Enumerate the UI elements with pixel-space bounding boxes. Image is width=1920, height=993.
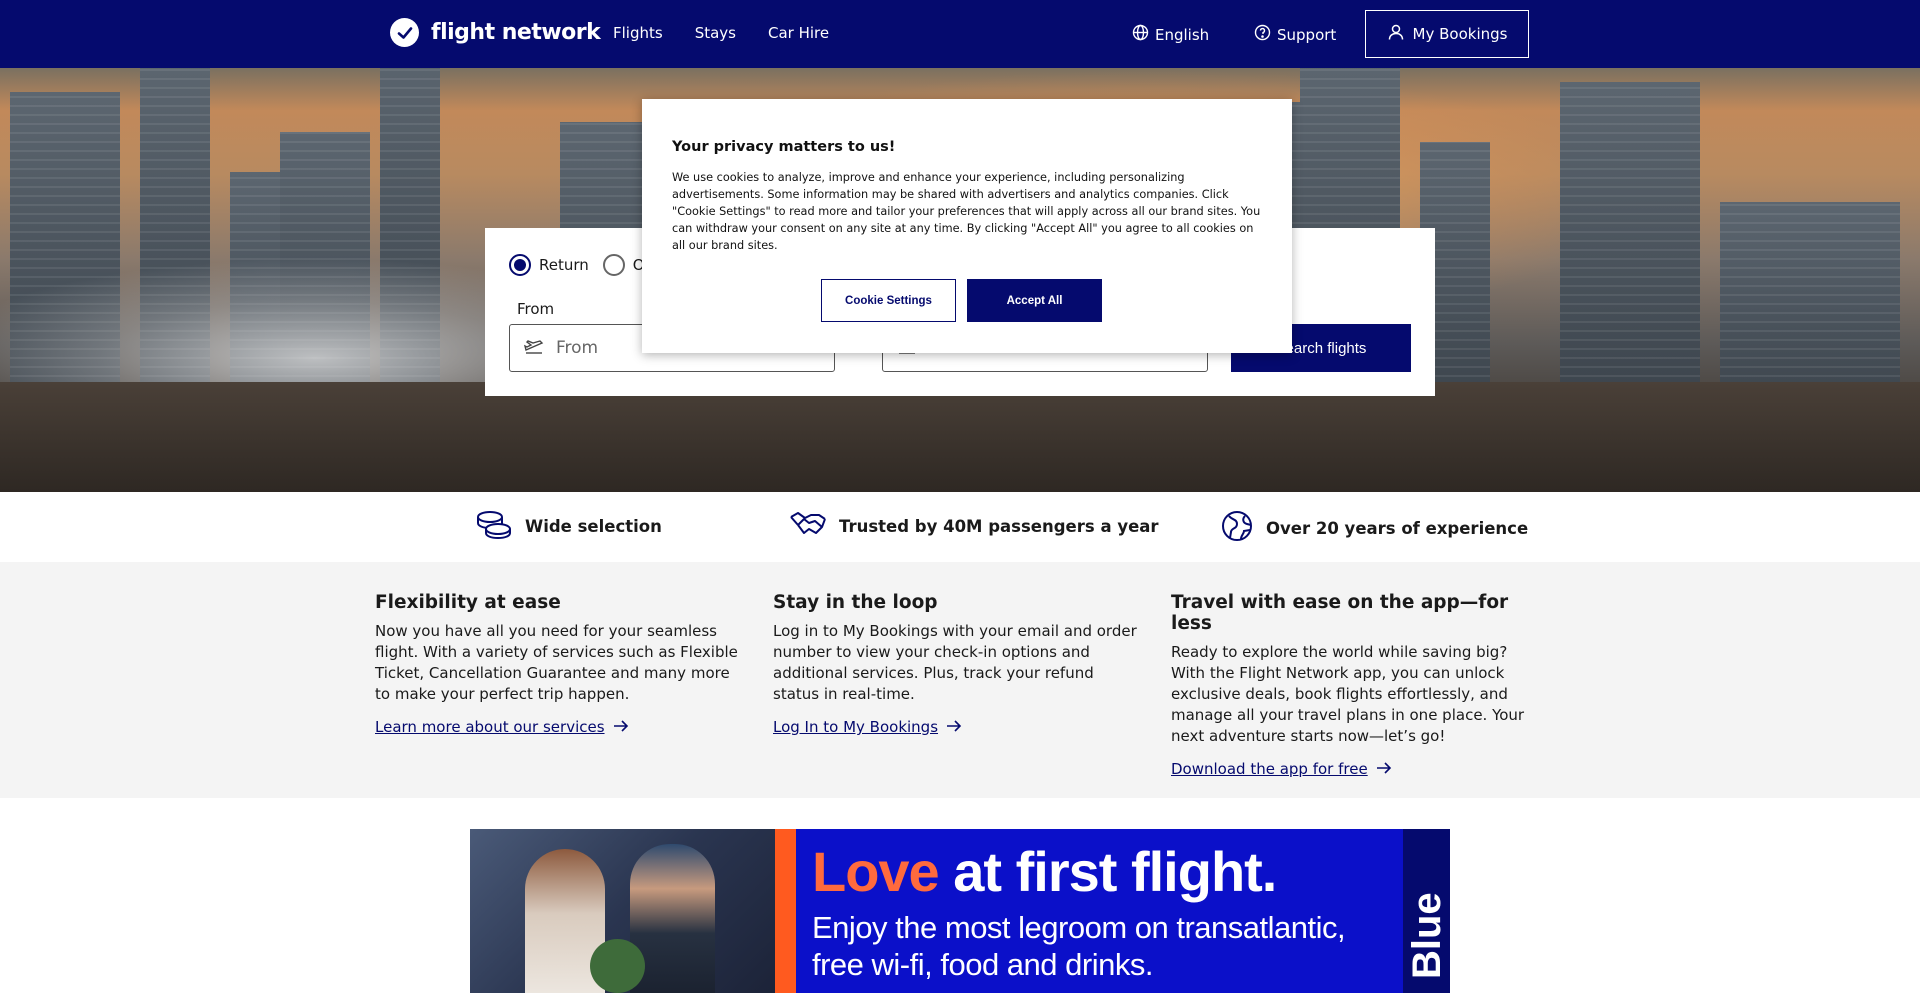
feature-label: Wide selection <box>525 516 662 536</box>
info-title: Travel with ease on the app—for less <box>1171 592 1509 634</box>
info-title: Flexibility at ease <box>375 592 561 613</box>
user-icon <box>1387 23 1405 45</box>
info-title: Stay in the loop <box>773 592 938 613</box>
ad-brand-panel: Blue <box>1403 829 1450 993</box>
feature-wide-selection: Wide selection <box>475 509 662 543</box>
feature-experience: Over 20 years of experience <box>1220 509 1528 547</box>
checkmark-icon <box>390 18 419 47</box>
trip-type-return-label: Return <box>539 256 589 274</box>
brand-logo[interactable]: flight network <box>390 18 601 47</box>
help-icon <box>1254 24 1271 45</box>
support-link[interactable]: Support <box>1254 24 1336 45</box>
link-label: Learn more about our services <box>375 718 605 736</box>
arrow-right-icon <box>1376 760 1392 778</box>
cookie-consent-dialog: Your privacy matters to us! We use cooki… <box>642 99 1292 353</box>
globe-icon <box>1220 509 1254 547</box>
coins-icon <box>475 509 513 543</box>
my-bookings-label: My Bookings <box>1412 25 1508 43</box>
takeoff-icon <box>523 338 544 359</box>
ad-photo <box>470 829 775 993</box>
info-card-stay-in-loop: Stay in the loop Log in to My Bookings w… <box>773 592 1143 736</box>
ad-copy-panel: Love at first flight. Enjoy the most leg… <box>796 829 1403 993</box>
ad-headline: Love at first flight. <box>812 839 1277 904</box>
site-header: flight network Flights Stays Car Hire En… <box>0 0 1920 68</box>
handshake-icon <box>789 509 827 543</box>
arrow-right-icon <box>946 718 962 736</box>
trip-type-group: Return O <box>509 254 645 276</box>
support-label: Support <box>1277 25 1337 44</box>
info-body: Log in to My Bookings with your email an… <box>773 622 1137 703</box>
learn-more-services-link[interactable]: Learn more about our services <box>375 718 629 736</box>
my-bookings-button[interactable]: My Bookings <box>1365 10 1529 58</box>
nav-stays[interactable]: Stays <box>695 24 736 42</box>
cookie-title: Your privacy matters to us! <box>672 139 896 155</box>
nav-flights[interactable]: Flights <box>613 24 663 42</box>
radio-unselected-icon <box>602 254 625 276</box>
trip-type-return[interactable]: Return <box>509 254 589 276</box>
features-strip: Wide selection Trusted by 40M passengers… <box>0 492 1920 562</box>
main-nav: Flights Stays Car Hire <box>613 24 829 42</box>
feature-label: Over 20 years of experience <box>1266 518 1529 538</box>
feature-trusted: Trusted by 40M passengers a year <box>789 509 1159 543</box>
login-my-bookings-link[interactable]: Log In to My Bookings <box>773 718 962 736</box>
info-section: Flexibility at ease Now you have all you… <box>0 562 1920 798</box>
link-label: Log In to My Bookings <box>773 718 939 736</box>
info-body: Now you have all you need for your seaml… <box>375 622 738 703</box>
trip-type-one-way[interactable]: O <box>602 254 645 276</box>
arrow-right-icon <box>613 718 629 736</box>
cookie-body: We use cookies to analyze, improve and e… <box>672 171 1261 252</box>
globe-icon <box>1132 24 1149 45</box>
download-app-link[interactable]: Download the app for free <box>1171 760 1392 778</box>
info-card-flexibility: Flexibility at ease Now you have all you… <box>375 592 745 736</box>
language-label: English <box>1155 25 1210 44</box>
feature-label: Trusted by 40M passengers a year <box>839 516 1159 536</box>
info-body: Ready to explore the world while saving … <box>1171 643 1525 745</box>
brand-name: flight network <box>431 20 601 45</box>
ad-subline: Enjoy the most legroom on transatlantic,… <box>812 910 1346 982</box>
ad-banner[interactable]: Love at first flight. Enjoy the most leg… <box>470 829 1450 993</box>
cookie-settings-button[interactable]: Cookie Settings <box>821 279 956 322</box>
ad-headline-rest: at first flight. <box>938 840 1277 903</box>
link-label: Download the app for free <box>1171 760 1368 778</box>
from-label: From <box>517 300 555 318</box>
ad-headline-accent: Love <box>812 840 940 903</box>
accept-all-button[interactable]: Accept All <box>967 279 1102 322</box>
ad-stripe <box>775 829 796 993</box>
language-selector[interactable]: English <box>1132 24 1209 45</box>
info-card-app: Travel with ease on the app—for less Rea… <box>1171 592 1541 778</box>
from-placeholder: From <box>556 338 599 358</box>
radio-selected-icon <box>509 254 531 276</box>
nav-car-hire[interactable]: Car Hire <box>768 24 829 42</box>
ad-brand: Blue <box>1405 892 1449 979</box>
